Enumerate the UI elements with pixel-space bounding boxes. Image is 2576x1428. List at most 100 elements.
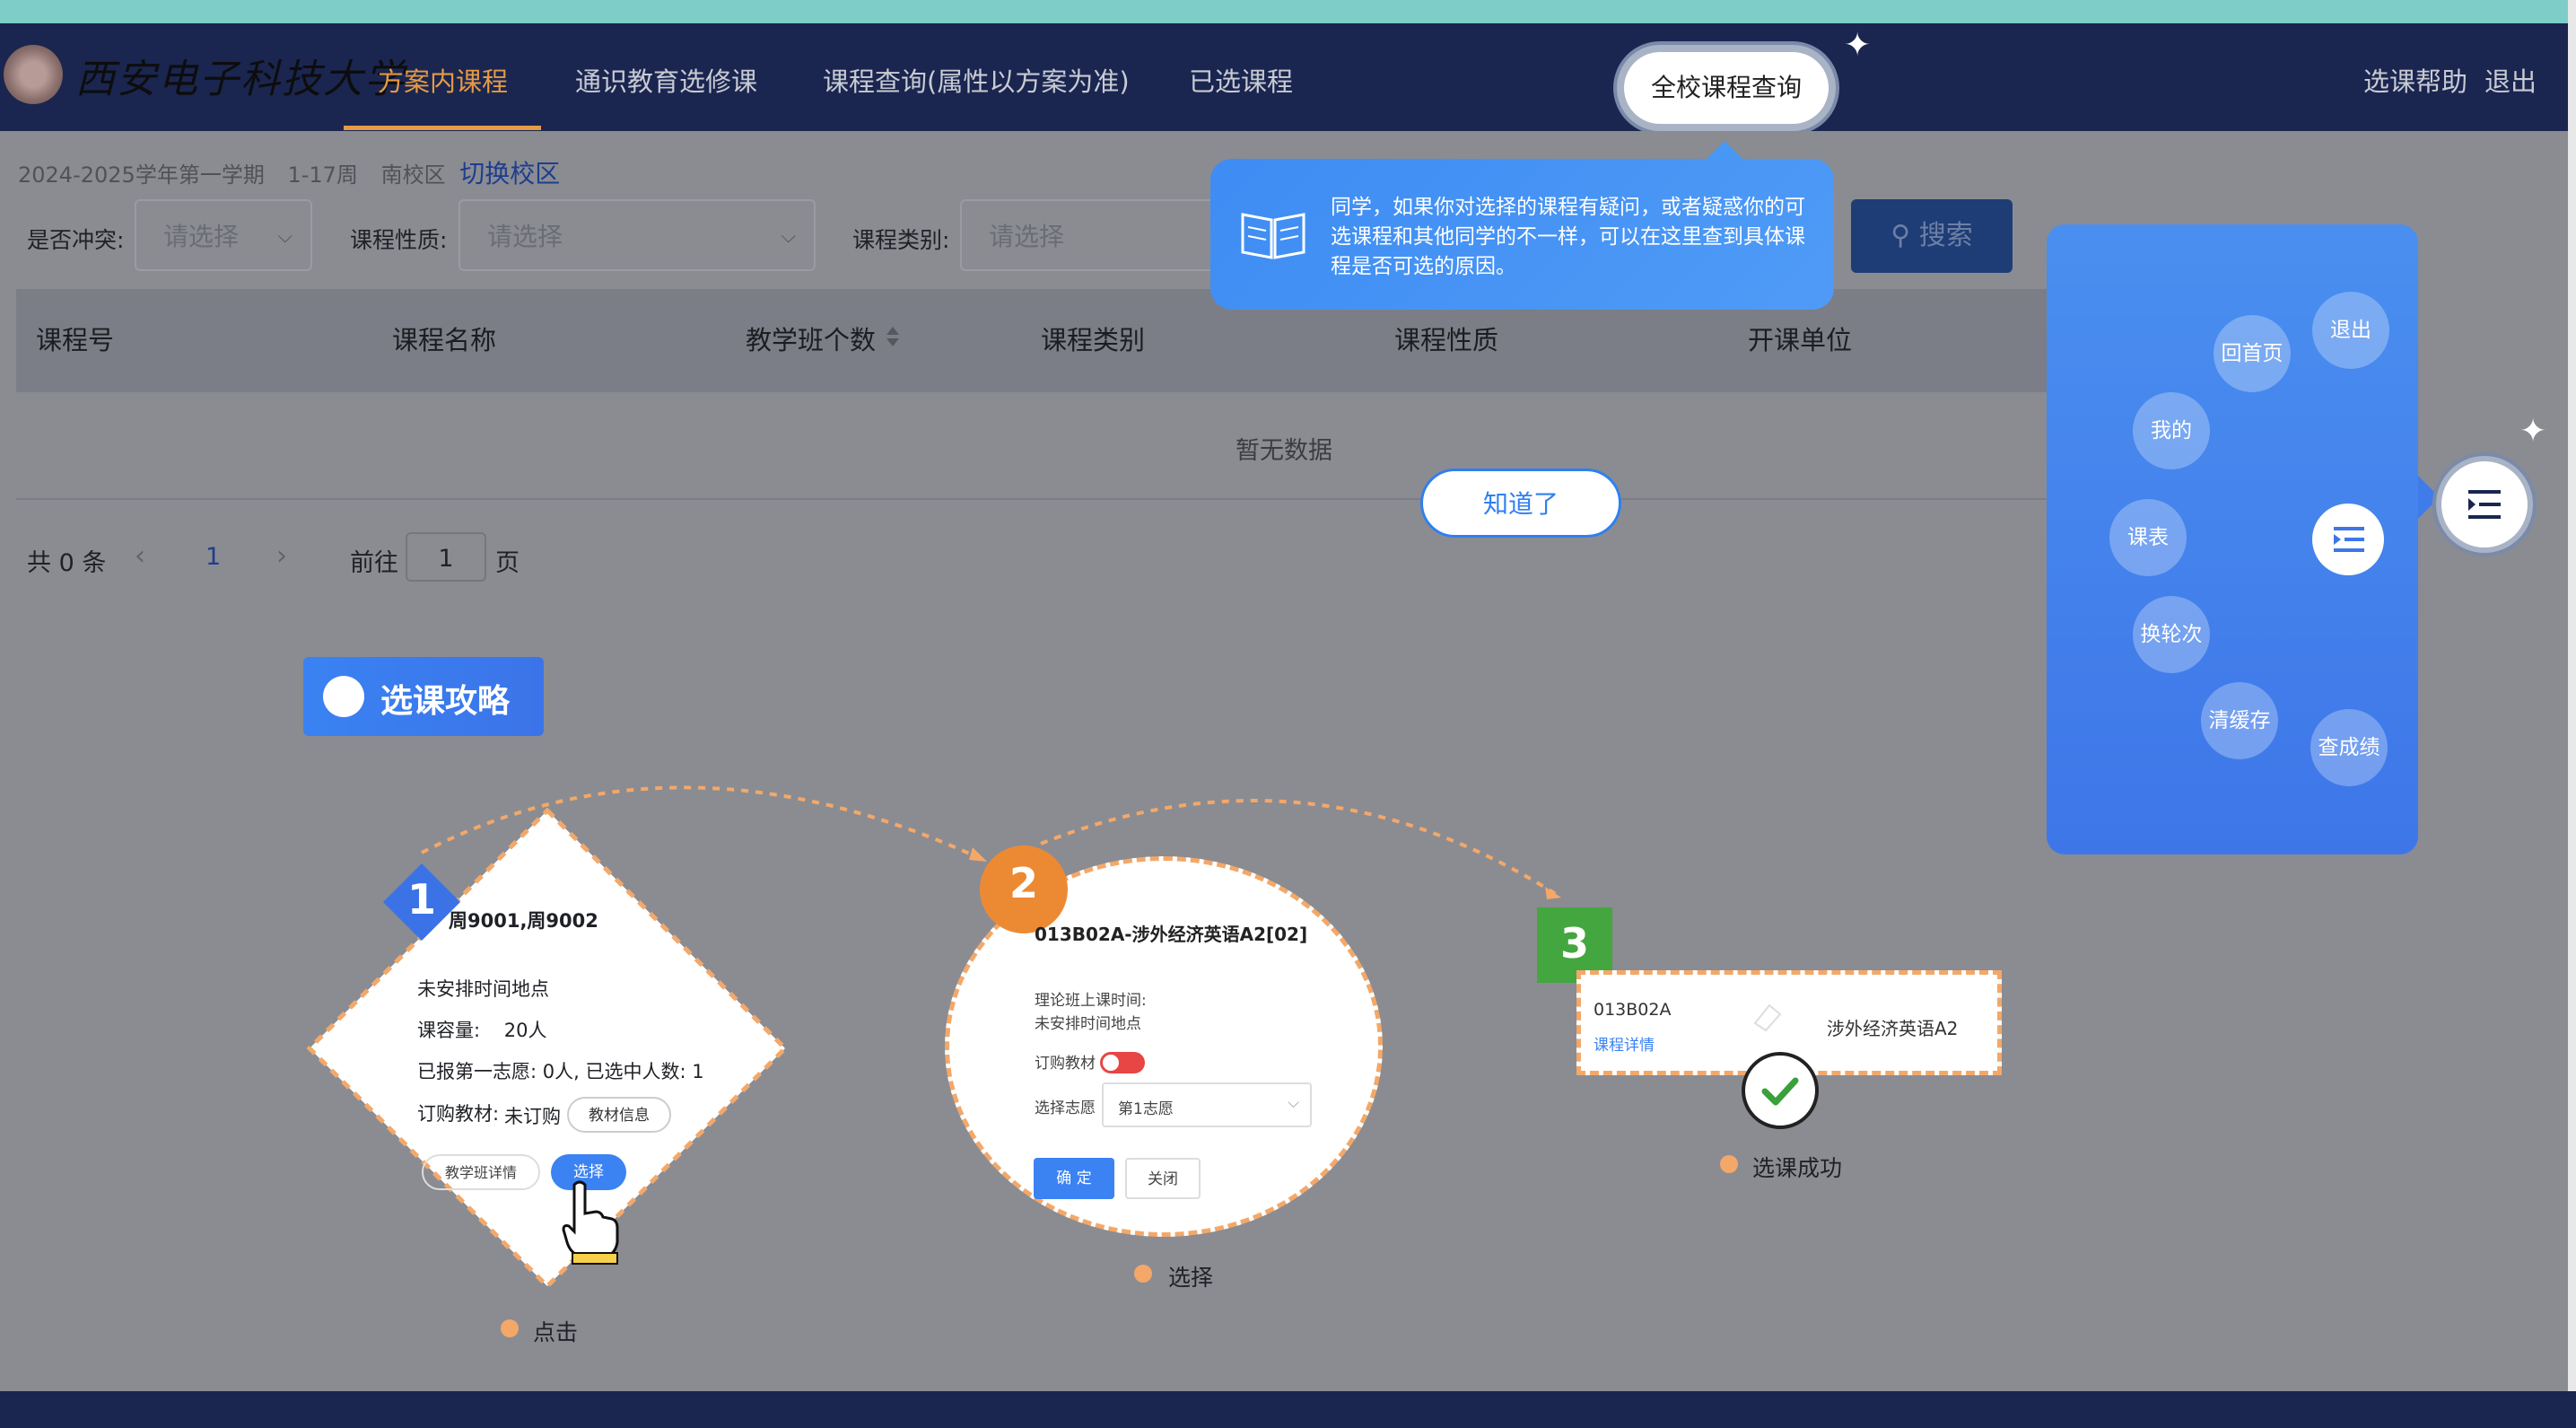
conflict-select-placeholder: 请选择 xyxy=(163,222,240,251)
course-guide-label: 选课攻略 xyxy=(380,683,511,720)
step1-enrolled: 已报第一志愿: 0人, 已选中人数: 1 xyxy=(417,1061,704,1082)
menu-collapse-icon[interactable] xyxy=(2312,504,2384,575)
quick-menu-logout[interactable]: 退出 xyxy=(2312,292,2389,369)
step1-class-detail-button[interactable]: 教学班详情 xyxy=(422,1154,540,1190)
bookmarks-bar xyxy=(0,0,2576,23)
quick-menu-grades[interactable]: 查成绩 xyxy=(2310,709,2388,786)
step1-header: 周9001,周9002 xyxy=(449,910,598,932)
university-seal-icon xyxy=(4,45,63,104)
step1-capacity: 课容量: 20人 xyxy=(417,1016,547,1043)
quick-menu-home[interactable]: 回首页 xyxy=(2214,315,2291,392)
column-class-count[interactable]: 教学班个数 xyxy=(746,320,876,357)
window-edge xyxy=(2568,0,2576,1428)
quick-menu-clear-cache[interactable]: 清缓存 xyxy=(2201,682,2278,759)
step2-textbook-label: 订购教材 xyxy=(1035,1055,1096,1073)
step3-detail-link[interactable]: 课程详情 xyxy=(1594,1032,1655,1055)
step3-course-name: 涉外经济英语A2 xyxy=(1827,1018,1959,1039)
quick-menu-mine[interactable]: 我的 xyxy=(2133,392,2210,469)
column-department: 开课单位 xyxy=(1748,325,1853,355)
step1-textbook-info-button[interactable]: 教材信息 xyxy=(567,1097,671,1133)
quick-menu-switch-round[interactable]: 换轮次 xyxy=(2133,596,2210,673)
step3-caption-dot xyxy=(1720,1155,1738,1173)
step2-caption-dot xyxy=(1134,1265,1152,1283)
step1-capacity-label: 课容量: xyxy=(417,1020,481,1041)
open-book-icon xyxy=(1241,213,1305,259)
pager-goto-input[interactable]: 1 xyxy=(406,532,486,582)
step2-wish-value: 第1志愿 xyxy=(1118,1100,1174,1118)
pager-goto-suffix: 页 xyxy=(495,549,520,577)
logout-link[interactable]: 退出 xyxy=(2484,61,2537,99)
pager-current-page[interactable]: 1 xyxy=(205,543,221,571)
step3-number: 3 xyxy=(1559,919,1589,968)
step2-course-title: 013B02A-涉外经济英语A2[02] xyxy=(1035,924,1308,945)
nature-select[interactable]: 请选择 ⌵ xyxy=(458,199,816,271)
chevron-down-icon: ⌵ xyxy=(277,225,293,248)
search-button-label: 搜索 xyxy=(1918,220,1973,251)
eraser-icon xyxy=(1753,1003,1782,1032)
pager-total: 共 0 条 xyxy=(27,549,107,577)
next-page-icon[interactable]: › xyxy=(276,540,287,572)
nav-item-course-query[interactable]: 课程查询(属性以方案为准) xyxy=(823,61,1130,99)
course-guide-button[interactable]: 选课攻略 xyxy=(303,657,544,736)
all-courses-query-button[interactable]: 全校课程查询 xyxy=(1624,52,1829,124)
step3-caption: 选课成功 xyxy=(1752,1155,1843,1181)
toggle-knob xyxy=(1103,1055,1119,1071)
column-course-category: 课程类别 xyxy=(1041,325,1146,355)
quick-menu-timetable[interactable]: 课表 xyxy=(2109,499,2187,576)
tooltip-arrow xyxy=(1705,141,1744,161)
step1-number: 1 xyxy=(406,875,436,924)
tooltip-text: 同学，如果你对选择的课程有疑问，或者疑惑你的可选课程和其他同学的不一样，可以在这… xyxy=(1331,196,1805,278)
category-select[interactable]: 请选择 xyxy=(960,199,1220,271)
step1-diamond-card xyxy=(306,807,789,1290)
empty-state-text: 暂无数据 xyxy=(1236,437,1332,465)
pager-goto-prefix: 前往 xyxy=(350,549,398,577)
step2-close-button[interactable]: 关闭 xyxy=(1125,1158,1201,1199)
indent-icon xyxy=(2334,527,2364,552)
conflict-select[interactable]: 请选择 ⌵ xyxy=(135,199,312,271)
step2-time-value: 未安排时间地点 xyxy=(1035,1015,1141,1033)
column-course-nature: 课程性质 xyxy=(1394,325,1499,355)
nav-item-general-electives[interactable]: 通识教育选修课 xyxy=(575,61,757,99)
university-logo-text: 西安电子科技大学 xyxy=(75,57,406,102)
chevron-down-icon: ⌵ xyxy=(781,225,796,248)
step2-number: 2 xyxy=(1009,859,1038,907)
chevron-down-icon: ⌵ xyxy=(1288,1094,1299,1112)
nature-filter-label: 课程性质: xyxy=(350,227,448,253)
nature-select-placeholder: 请选择 xyxy=(487,222,563,251)
step2-confirm-button[interactable]: 确 定 xyxy=(1034,1158,1114,1199)
step2-theory-time-label: 理论班上课时间: xyxy=(1035,992,1147,1010)
step1-caption-dot xyxy=(501,1319,519,1337)
step1-time: 未安排时间地点 xyxy=(417,978,549,1000)
switch-campus-link[interactable]: 切换校区 xyxy=(459,159,560,188)
step2-wish-select[interactable]: 第1志愿 ⌵ xyxy=(1102,1082,1312,1127)
nav-item-selected-courses[interactable]: 已选课程 xyxy=(1189,61,1293,99)
term-name: 2024-2025学年第一学期 xyxy=(18,162,265,188)
column-course-code: 课程号 xyxy=(36,325,115,355)
check-mark xyxy=(1761,1077,1799,1106)
category-select-placeholder: 请选择 xyxy=(989,222,1065,251)
course-help-link[interactable]: 选课帮助 xyxy=(2363,61,2467,99)
step2-caption: 选择 xyxy=(1168,1265,1214,1291)
step1-textbook-value: 未订购 xyxy=(504,1106,561,1127)
step3-course-code: 013B02A xyxy=(1594,1000,1672,1020)
term-weeks: 1-17周 xyxy=(287,162,358,188)
sort-icon[interactable] xyxy=(884,323,902,350)
step1-caption: 点击 xyxy=(533,1319,579,1345)
prev-page-icon[interactable]: ‹ xyxy=(135,540,145,572)
help-tooltip: 同学，如果你对选择的课程有疑问，或者疑惑你的可选课程和其他同学的不一样，可以在这… xyxy=(1210,159,1834,310)
campus-name: 南校区 xyxy=(380,162,446,188)
guide-icon xyxy=(323,676,364,717)
menu-toggle-icon[interactable] xyxy=(2441,461,2528,548)
quick-menu-arrow xyxy=(2418,476,2440,519)
sparkle-icon: ✦ xyxy=(1844,27,1872,64)
step1-textbook-label: 订购教材: xyxy=(417,1103,500,1125)
search-icon: ⚲ xyxy=(1891,220,1911,251)
search-button[interactable]: ⚲ 搜索 xyxy=(1851,199,2013,273)
conflict-filter-label: 是否冲突: xyxy=(27,227,125,253)
step2-textbook-toggle[interactable] xyxy=(1100,1052,1145,1073)
nav-item-plan-courses[interactable]: 方案内课程 xyxy=(378,61,508,99)
got-it-button[interactable]: 知道了 xyxy=(1420,469,1621,538)
sparkle-icon: ✦ xyxy=(2519,413,2547,450)
footer-bar xyxy=(0,1391,2576,1428)
indent-icon xyxy=(2468,490,2501,519)
